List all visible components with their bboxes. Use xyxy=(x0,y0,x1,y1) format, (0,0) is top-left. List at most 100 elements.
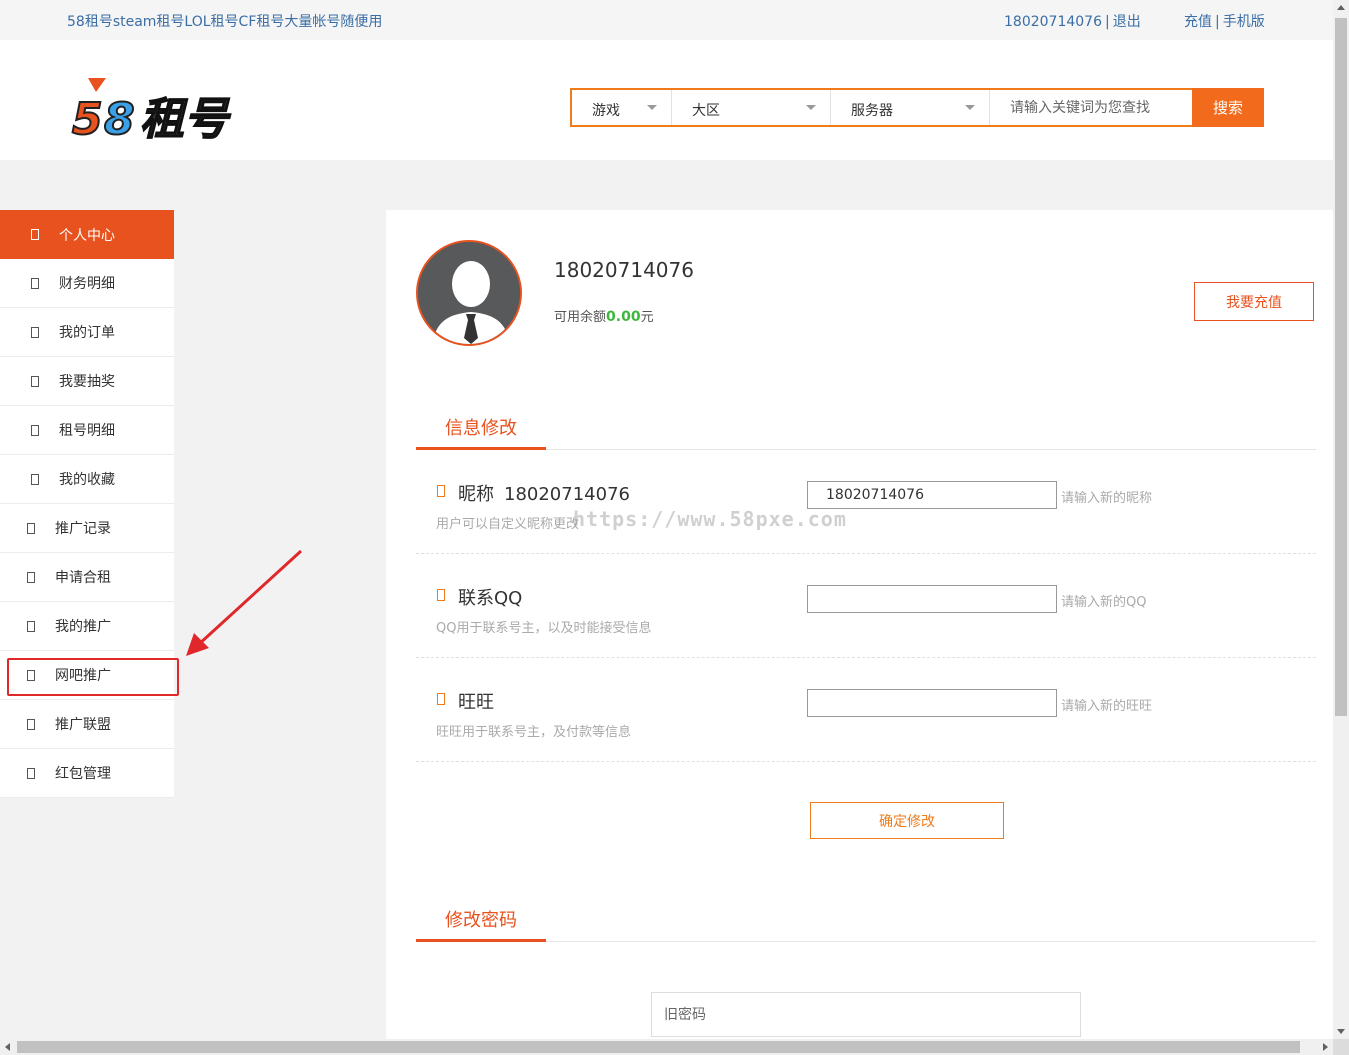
chevron-down-icon xyxy=(806,105,816,110)
header: 5 8 租号 游戏 大区 服务器 搜索 xyxy=(0,40,1333,160)
scroll-down-icon[interactable] xyxy=(1337,1029,1345,1034)
menu-icon xyxy=(27,571,35,583)
right-links: 充值 | 手机版 xyxy=(1184,11,1265,31)
nickname-label-text: 昵称 xyxy=(458,484,494,505)
site-logo[interactable]: 5 8 租号 xyxy=(66,70,276,150)
menu-icon xyxy=(31,229,39,240)
wangwang-label: 旺旺 xyxy=(458,692,494,713)
vertical-scroll-thumb[interactable] xyxy=(1335,18,1347,716)
balance-amount: 0.00 xyxy=(606,309,641,325)
recharge-link[interactable]: 充值 xyxy=(1184,14,1212,30)
server-select[interactable]: 服务器 xyxy=(831,90,990,125)
qq-input-note: 请输入新的QQ xyxy=(1061,595,1147,610)
region-select-label: 大区 xyxy=(692,103,720,119)
nickname-input[interactable] xyxy=(807,481,1057,509)
sidebar-item-apply-share[interactable]: 申请合租 xyxy=(0,553,174,602)
sidebar-item-label: 我的推广 xyxy=(55,619,111,635)
user-phone-link[interactable]: 18020714076 xyxy=(1004,14,1102,30)
menu-icon xyxy=(27,620,35,632)
scroll-right-icon[interactable] xyxy=(1323,1043,1328,1051)
svg-text:5: 5 xyxy=(72,94,103,145)
sidebar-item-label: 个人中心 xyxy=(59,227,115,244)
info-section-header: 信息修改 xyxy=(416,410,1316,450)
nickname-label: 昵称 18020714076 xyxy=(458,480,630,506)
bullet-icon xyxy=(437,589,445,601)
menu-icon xyxy=(31,473,39,485)
wangwang-input[interactable] xyxy=(807,689,1057,717)
password-section-header: 修改密码 xyxy=(416,902,1316,942)
qq-input[interactable] xyxy=(807,585,1057,613)
sidebar-item-personal-center[interactable]: 个人中心 xyxy=(0,210,174,259)
sidebar-item-orders[interactable]: 我的订单 xyxy=(0,308,174,357)
sidebar-item-label: 网吧推广 xyxy=(55,668,111,684)
sidebar-item-label: 推广记录 xyxy=(55,521,111,537)
confirm-edit-button[interactable]: 确定修改 xyxy=(810,802,1004,839)
old-password-input[interactable] xyxy=(651,992,1081,1037)
horizontal-scrollbar[interactable] xyxy=(0,1039,1333,1055)
menu-icon xyxy=(31,424,39,436)
sidebar-item-netcafe-promotion[interactable]: 网吧推广 xyxy=(0,651,179,700)
menu-icon xyxy=(31,326,39,338)
wangwang-input-note: 请输入新的旺旺 xyxy=(1061,699,1153,714)
scroll-up-icon[interactable] xyxy=(1337,5,1345,10)
sidebar-item-promo-records[interactable]: 推广记录 xyxy=(0,504,174,553)
watermark-text: https://www.58pxe.com xyxy=(573,507,847,531)
bullet-icon xyxy=(437,485,445,497)
wangwang-hint: 旺旺用于联系号主，及付款等信息 xyxy=(436,725,632,740)
profile-username: 18020714076 xyxy=(554,258,694,282)
menu-icon xyxy=(27,718,35,730)
game-select[interactable]: 游戏 xyxy=(572,90,672,125)
svg-text:8: 8 xyxy=(104,94,135,145)
tab-info-edit[interactable]: 信息修改 xyxy=(416,410,546,450)
nickname-hint: 用户可以自定义昵称更改 xyxy=(436,517,580,532)
nickname-current-value: 18020714076 xyxy=(504,484,630,505)
sidebar-item-promo-alliance[interactable]: 推广联盟 xyxy=(0,700,174,749)
server-select-label: 服务器 xyxy=(851,103,893,119)
chevron-down-icon xyxy=(647,105,657,110)
horizontal-scroll-thumb[interactable] xyxy=(17,1041,1300,1053)
sidebar-item-rental-details[interactable]: 租号明细 xyxy=(0,406,174,455)
bullet-icon xyxy=(437,693,445,705)
site-title-link[interactable]: 58租号steam租号LOL租号CF租号大量帐号随便用 xyxy=(67,11,382,31)
user-avatar[interactable] xyxy=(416,240,522,346)
qq-row: 联系QQ QQ用于联系号主，以及时能接受信息 请输入新的QQ xyxy=(416,554,1316,658)
qq-label: 联系QQ xyxy=(458,588,523,609)
balance-text: 可用余额0.00元 xyxy=(554,306,654,325)
wangwang-row: 旺旺 旺旺用于联系号主，及付款等信息 请输入新的旺旺 xyxy=(416,658,1316,762)
game-select-label: 游戏 xyxy=(592,103,620,119)
vertical-scrollbar[interactable] xyxy=(1333,0,1349,1039)
scrollbar-corner xyxy=(1333,1039,1349,1055)
sidebar-item-label: 红包管理 xyxy=(55,766,111,782)
svg-text:租号: 租号 xyxy=(140,94,231,145)
main-panel: 18020714076 可用余额0.00元 我要充值 信息修改 昵称 180207… xyxy=(386,210,1333,1055)
mobile-link[interactable]: 手机版 xyxy=(1223,14,1265,30)
scroll-left-icon[interactable] xyxy=(5,1043,10,1051)
search-bar: 游戏 大区 服务器 搜索 xyxy=(570,88,1264,127)
balance-prefix: 可用余额 xyxy=(554,310,607,325)
sidebar-item-label: 申请合租 xyxy=(55,570,111,586)
region-select[interactable]: 大区 xyxy=(672,90,831,125)
separator: | xyxy=(1104,14,1110,30)
logout-link[interactable]: 退出 xyxy=(1113,14,1141,30)
separator: | xyxy=(1215,14,1220,30)
sidebar-item-favorites[interactable]: 我的收藏 xyxy=(0,455,174,504)
menu-icon xyxy=(27,767,35,779)
sidebar-item-label: 我的收藏 xyxy=(59,472,115,488)
qq-hint: QQ用于联系号主，以及时能接受信息 xyxy=(436,621,652,636)
menu-icon xyxy=(31,277,39,289)
sidebar-item-red-packets[interactable]: 红包管理 xyxy=(0,749,174,798)
sidebar-item-label: 我要抽奖 xyxy=(59,374,115,390)
top-bar: 58租号steam租号LOL租号CF租号大量帐号随便用 18020714076 |… xyxy=(0,0,1333,40)
sidebar-item-label: 推广联盟 xyxy=(55,717,111,733)
tab-change-password[interactable]: 修改密码 xyxy=(416,902,546,942)
sidebar-item-my-promotion[interactable]: 我的推广 xyxy=(0,602,174,651)
sidebar-item-finance[interactable]: 财务明细 xyxy=(0,259,174,308)
recharge-button[interactable]: 我要充值 xyxy=(1194,282,1314,321)
sidebar-menu: 个人中心 财务明细 我的订单 我要抽奖 租号明细 我的收藏 推广记录 申请合租 … xyxy=(0,210,179,798)
sidebar-item-lottery[interactable]: 我要抽奖 xyxy=(0,357,174,406)
sidebar-item-label: 租号明细 xyxy=(59,423,115,439)
logo-graphic: 5 8 租号 xyxy=(71,78,232,146)
search-button[interactable]: 搜索 xyxy=(1192,88,1264,127)
search-input[interactable] xyxy=(990,90,1192,125)
chevron-down-icon xyxy=(965,105,975,110)
